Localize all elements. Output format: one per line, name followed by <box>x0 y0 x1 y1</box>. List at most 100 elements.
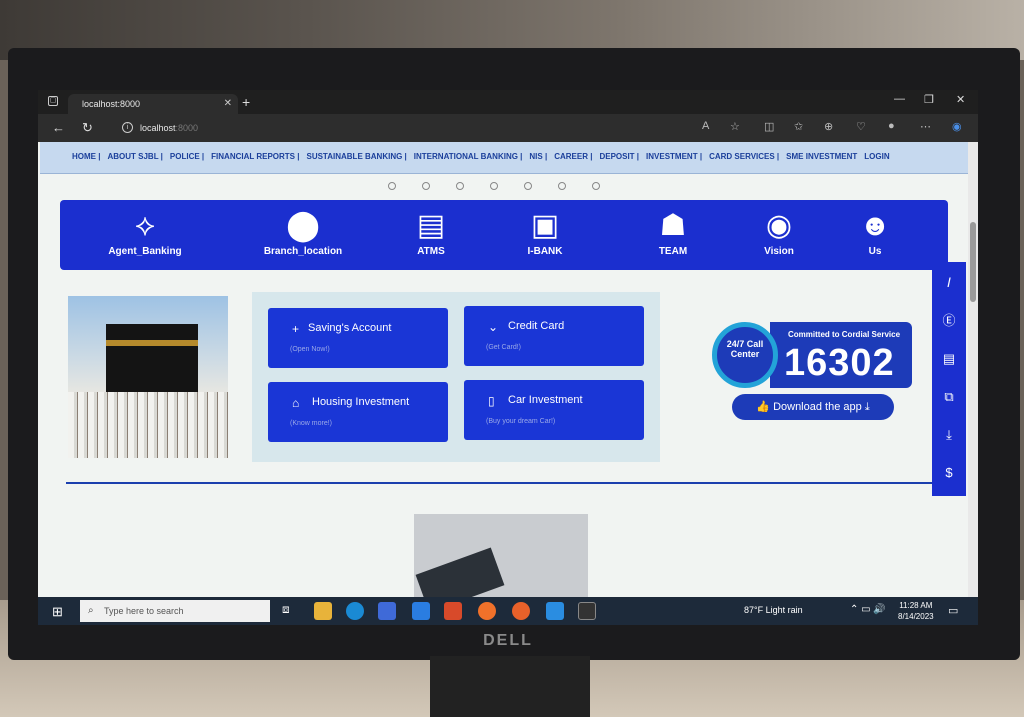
windows-start-icon[interactable]: ⊞ <box>52 604 63 620</box>
more-menu-icon[interactable]: ⋯ <box>920 120 931 133</box>
section-divider <box>66 482 932 484</box>
nav-card-services[interactable]: CARD SERVICES | <box>709 152 779 161</box>
vscode-icon[interactable] <box>546 602 564 620</box>
taskbar-search[interactable]: ⌕ Type here to search <box>80 600 270 622</box>
split-screen-icon[interactable]: ◫ <box>764 120 774 133</box>
text-cursor-icon[interactable]: 𝐼 <box>932 266 966 300</box>
new-tab-button[interactable]: + <box>242 94 250 110</box>
copy-icon[interactable]: ⧉ <box>932 380 966 414</box>
nav-police[interactable]: POLICE | <box>170 152 204 161</box>
search-icon: ⌕ <box>88 605 94 616</box>
close-window-icon[interactable]: ✕ <box>956 93 965 106</box>
mail-icon[interactable] <box>412 602 430 620</box>
nav-deposit[interactable]: DEPOSIT | <box>599 152 639 161</box>
nav-sustainable-banking[interactable]: SUSTAINABLE BANKING | <box>306 152 406 161</box>
store-icon[interactable] <box>378 602 396 620</box>
savings-account-button[interactable]: + Saving's Account (Open Now!) <box>268 308 448 368</box>
quicklink-team[interactable]: ☗ TEAM <box>618 206 728 257</box>
address-bar[interactable]: i localhost:8000 <box>120 118 700 138</box>
promo-image <box>414 514 588 597</box>
e-circle-icon[interactable]: Ⓔ <box>932 304 966 338</box>
service-subtitle: (Get Card!) <box>486 344 522 351</box>
download-app-button[interactable]: 👍 Download the app ⤓ <box>732 394 894 420</box>
copilot-icon[interactable]: ◉ <box>952 120 962 133</box>
edge-icon[interactable] <box>346 602 364 620</box>
dollar-circle-icon[interactable]: $ <box>932 456 966 490</box>
extensions-icon[interactable]: ♡ <box>856 120 866 133</box>
carousel-dot[interactable] <box>422 182 430 190</box>
carousel-dot[interactable] <box>558 182 566 190</box>
quicklink-label: Vision <box>764 246 794 257</box>
call-center-banner: Committed to Cordial Service 16302 24/7 … <box>712 322 912 388</box>
nav-home[interactable]: HOME | <box>72 152 100 161</box>
agent-banking-logo-icon: ⟡ <box>135 209 155 242</box>
task-view-icon[interactable]: ⧈ <box>282 602 300 620</box>
carousel-dot[interactable] <box>388 182 396 190</box>
postman-icon[interactable] <box>512 602 530 620</box>
minimize-icon[interactable]: — <box>894 93 905 105</box>
tab-actions-icon[interactable]: ▢ <box>48 96 58 106</box>
nav-financial-reports[interactable]: FINANCIAL REPORTS | <box>211 152 299 161</box>
web-page: HOME | ABOUT SJBL | POLICE | FINANCIAL R… <box>38 142 978 597</box>
quicklink-vision[interactable]: ◉ Vision <box>724 206 834 257</box>
carousel-dot[interactable] <box>456 182 464 190</box>
nav-nis[interactable]: NIS | <box>529 152 547 161</box>
monitor-stand <box>430 656 590 717</box>
car-investment-button[interactable]: ▯ Car Investment (Buy your dream Car!) <box>464 380 644 440</box>
form-icon[interactable]: ▤ <box>932 342 966 376</box>
favorite-star-icon[interactable]: ☆ <box>730 120 740 133</box>
browser-tab[interactable]: localhost:8000 ✕ <box>68 94 238 114</box>
terminal-icon[interactable] <box>578 602 596 620</box>
nav-sme-investment[interactable]: SME INVESTMENT <box>786 152 857 161</box>
clock-time: 11:28 AM <box>899 601 933 610</box>
housing-investment-button[interactable]: ⌂ Housing Investment (Know more!) <box>268 382 448 442</box>
winrar-icon[interactable] <box>444 602 462 620</box>
favorites-icon[interactable]: ✩ <box>794 120 803 133</box>
read-aloud-icon[interactable]: A <box>702 120 709 132</box>
download-tray-icon[interactable]: ⤓ <box>932 418 966 452</box>
collections-icon[interactable]: ⊕ <box>824 120 833 133</box>
call-center-ring-text: 24/7 Call Center <box>726 339 764 359</box>
quicklink-i-bank[interactable]: ▣ I-BANK <box>490 206 600 257</box>
carousel-dot[interactable] <box>490 182 498 190</box>
service-title: Housing Investment <box>312 396 410 408</box>
quicklink-atms[interactable]: ▤ ATMS <box>376 206 486 257</box>
tab-title: localhost:8000 <box>82 99 141 109</box>
scrollbar-thumb[interactable] <box>970 222 976 302</box>
weather-widget[interactable]: 87°F Light rain <box>744 605 803 615</box>
site-info-icon[interactable]: i <box>122 122 133 133</box>
close-tab-icon[interactable]: ✕ <box>224 94 232 114</box>
quicklink-agent-banking[interactable]: ⟡ Agent_Banking <box>90 206 200 257</box>
plus-icon: + <box>292 322 300 336</box>
credit-card-button[interactable]: ⌄ Credit Card (Get Card!) <box>464 306 644 366</box>
firefox-icon[interactable] <box>478 602 496 620</box>
nav-about[interactable]: ABOUT SJBL | <box>107 152 162 161</box>
side-floating-menu: 𝐼 Ⓔ ▤ ⧉ ⤓ $ <box>932 262 966 496</box>
back-icon[interactable]: ← <box>52 120 65 135</box>
nav-international-banking[interactable]: INTERNATIONAL BANKING | <box>414 152 523 161</box>
taskbar-clock[interactable]: 11:28 AM 8/14/2023 <box>898 600 934 622</box>
quicklink-label: TEAM <box>658 246 688 257</box>
quicklink-branch-location[interactable]: ⬤ Branch_location <box>248 206 358 257</box>
refresh-icon[interactable]: ↻ <box>82 120 93 136</box>
team-icon: ☗ <box>659 209 687 242</box>
bank-icon: ▣ <box>530 209 560 242</box>
nav-career[interactable]: CAREER | <box>554 152 592 161</box>
nav-investment[interactable]: INVESTMENT | <box>646 152 702 161</box>
map-pin-icon: ⬤ <box>286 209 320 242</box>
nav-login[interactable]: LOGIN <box>864 152 889 161</box>
browser-tabbar: ▢ localhost:8000 ✕ + — ❐ ✕ <box>38 90 978 114</box>
profile-avatar-icon[interactable]: ● <box>888 120 895 132</box>
clock-date: 8/14/2023 <box>898 612 934 621</box>
windows-taskbar: ⊞ ⌕ Type here to search ⧈ 87°F Light rai… <box>38 597 978 625</box>
maximize-icon[interactable]: ❐ <box>924 93 934 106</box>
page-scrollbar[interactable] <box>968 142 978 597</box>
carousel-dot[interactable] <box>524 182 532 190</box>
notification-icon[interactable]: ▭ <box>948 604 958 617</box>
file-explorer-icon[interactable] <box>314 602 332 620</box>
system-tray-icons[interactable]: ⌃ ▭ 🔊 <box>850 604 886 615</box>
download-app-label: Download the app <box>773 401 862 413</box>
carousel-dot[interactable] <box>592 182 600 190</box>
quicklink-us[interactable]: ☻ Us <box>820 206 930 257</box>
service-title: Car Investment <box>508 394 583 406</box>
